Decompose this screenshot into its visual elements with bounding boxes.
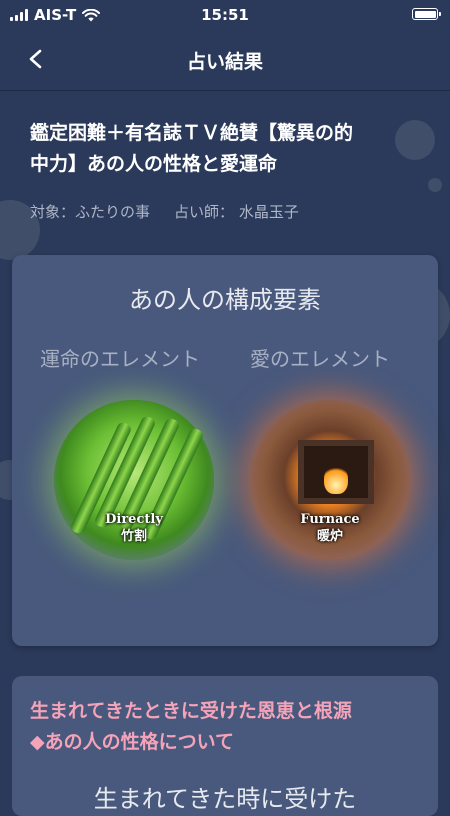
reading-title-line2: 中力】あの人の性格と愛運命 [30, 153, 278, 175]
elements-card-title: あの人の構成要素 [129, 286, 321, 314]
status-time: 15:51 [201, 6, 249, 24]
elements-card: あの人の構成要素 運命のエレメント 愛のエレメント Directly 竹割 Fu… [12, 255, 438, 646]
nav-title: 占い結果 [186, 51, 263, 73]
fireplace-icon: Furnace 暖炉 [250, 400, 410, 560]
nav-bar: 占い結果 [0, 30, 450, 91]
battery-icon [412, 8, 441, 20]
destiny-element-label: 運命のエレメント [40, 347, 200, 371]
love-element-caption: Furnace 暖炉 [250, 511, 410, 545]
section-heading-line2: ◆あの人の性格について [30, 731, 235, 753]
status-bar: AIS-T 15:51 [0, 0, 450, 30]
section-heading-line1: 生まれてきたときに受けた恩恵と根源 [30, 700, 352, 722]
bokeh-decoration [428, 178, 442, 192]
section-heading: 生まれてきたときに受けた恩恵と根源 ◆あの人の性格について [30, 696, 430, 758]
flame [324, 464, 348, 494]
destiny-element-ja: 竹割 [120, 529, 147, 544]
section-body-text: 生まれてきた時に受けた [93, 785, 357, 813]
hearth [298, 440, 374, 504]
destiny-element-caption: Directly 竹割 [54, 511, 214, 545]
personality-section-card: 生まれてきたときに受けた恩恵と根源 ◆あの人の性格について 生まれてきた時に受け… [12, 676, 438, 816]
love-element-label: 愛のエレメント [250, 347, 390, 371]
love-element-en: Furnace [300, 512, 360, 527]
fortune-teller-name: 水晶玉子 [238, 203, 299, 221]
reading-title: 鑑定困難＋有名誌ＴＶ絶賛【驚異の的 中力】あの人の性格と愛運命 [30, 118, 425, 180]
target-label: 対象：ふたりの事 [30, 203, 151, 221]
destiny-element-en: Directly [105, 512, 163, 527]
love-element-ja: 暖炉 [316, 529, 343, 544]
fortune-teller-label: 占い師： [174, 203, 235, 221]
reading-meta: 対象：ふたりの事 占い師： 水晶玉子 [30, 201, 299, 222]
reading-title-line1: 鑑定困難＋有名誌ＴＶ絶賛【驚異の的 [30, 122, 354, 144]
bamboo-icon: Directly 竹割 [54, 400, 214, 560]
